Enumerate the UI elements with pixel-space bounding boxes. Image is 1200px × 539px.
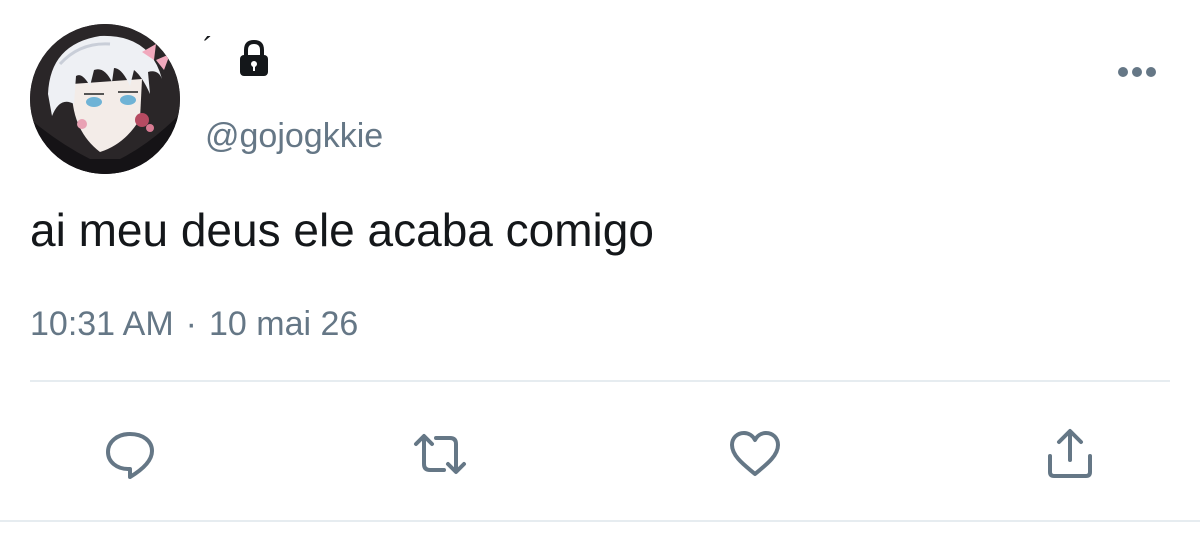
divider [0,520,1200,522]
tweet-timestamp[interactable]: 10:31 AM · 10 mai 26 [30,302,358,346]
reply-button[interactable] [100,424,160,484]
reply-icon [106,432,154,479]
tweet-time: 10:31 AM [30,305,174,343]
share-icon [1048,429,1092,478]
tweet-text: ai meu deus ele acaba comigo [30,204,654,256]
more-icon[interactable] [1114,60,1160,84]
user-handle[interactable]: @gojogkkie [205,116,383,156]
timestamp-separator: · [185,305,197,343]
display-name[interactable]: ´ [203,34,213,64]
divider [30,380,1170,382]
avatar-image [30,24,180,174]
tweet-date: 10 mai 26 [208,305,359,343]
retweet-icon [414,434,466,474]
share-button[interactable] [1040,424,1100,484]
avatar[interactable] [30,24,180,174]
like-icon [730,431,780,476]
retweet-button[interactable] [410,424,470,484]
lock-icon [234,38,274,78]
like-button[interactable] [725,424,785,484]
tweet-card: ´ @gojogkkie ai meu deus ele acaba comig… [0,0,1200,539]
